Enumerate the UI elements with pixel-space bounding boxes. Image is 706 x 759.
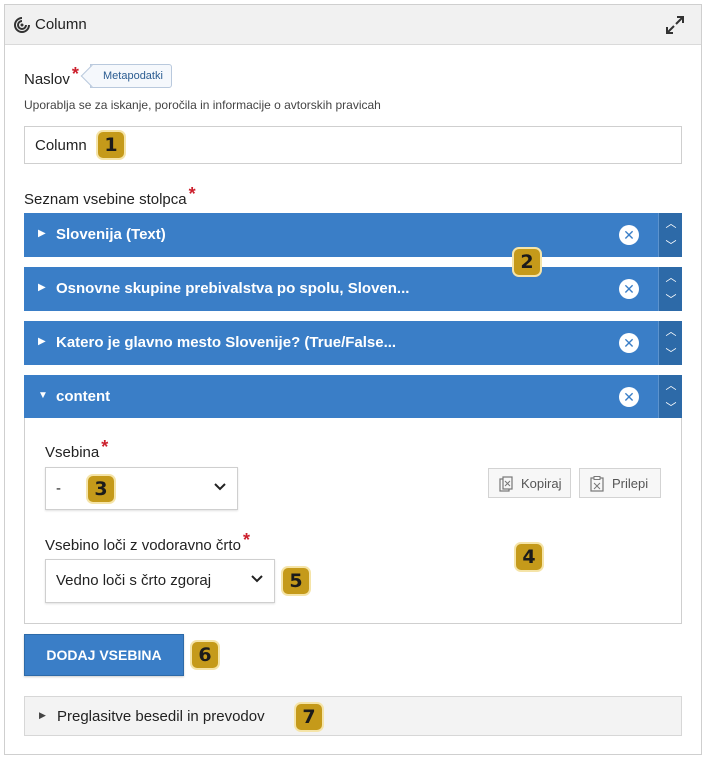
caret-right-icon: ▶ [38, 282, 46, 293]
move-up-icon[interactable]: ︿ [659, 321, 683, 343]
chevron-down-icon [214, 483, 226, 491]
list-item-4: ▼ content ✕ ︿ ﹀ [24, 375, 682, 419]
paste-button[interactable]: Prilepi [579, 468, 661, 498]
remove-icon[interactable]: ✕ [619, 225, 639, 245]
required-mark: * [101, 437, 109, 457]
copy-button-label: Kopiraj [521, 476, 562, 491]
editor-header: Column [5, 5, 701, 45]
list-item-header[interactable]: ▼ content ✕ [24, 375, 658, 419]
callout-badge-5: 5 [281, 566, 311, 596]
copy-button[interactable]: Kopiraj [488, 468, 571, 498]
move-down-icon[interactable]: ﹀ [659, 235, 683, 257]
list-item-title: content [56, 388, 111, 405]
add-content-button[interactable]: DODAJ VSEBINA [24, 634, 184, 676]
separator-label: Vsebino loči z vodoravno črto * [45, 530, 250, 555]
move-up-icon[interactable]: ︿ [659, 267, 683, 289]
content-list-label: Seznam vsebine stolpca * [24, 184, 196, 209]
list-item-title: Katero je glavno mesto Slovenije? (True/… [56, 334, 397, 351]
caret-right-icon: ▶ [38, 336, 46, 347]
remove-icon[interactable]: ✕ [619, 279, 639, 299]
required-mark: * [242, 530, 250, 550]
caret-down-icon: ▼ [38, 390, 48, 401]
move-down-icon[interactable]: ﹀ [659, 289, 683, 311]
list-item-2: ▶ Osnovne skupine prebivalstva po spolu,… [24, 267, 682, 311]
callout-badge-7: 7 [294, 702, 324, 732]
required-mark: * [188, 184, 196, 204]
accordion-title: Preglasitve besedil in prevodov [57, 708, 265, 725]
callout-badge-2: 2 [512, 247, 542, 277]
callout-badge-6: 6 [190, 640, 220, 670]
required-mark: * [71, 64, 79, 84]
move-down-icon[interactable]: ﹀ [659, 397, 683, 419]
list-item-header[interactable]: ▶ Slovenija (Text) ✕ [24, 213, 658, 257]
list-item-title: Slovenija (Text) [56, 226, 166, 243]
title-hint: Uporablja se za iskanje, poročila in inf… [24, 98, 381, 112]
fullscreen-expand-icon[interactable] [665, 15, 685, 35]
text-overrides-accordion[interactable]: ▶ Preglasitve besedil in prevodov [24, 696, 682, 736]
content-type-select[interactable]: - [45, 467, 238, 510]
content-list-label-text: Seznam vsebine stolpca [24, 191, 187, 208]
editor-title: Column [35, 16, 87, 33]
order-controls: ︿ ﹀ [658, 375, 682, 419]
paste-button-label: Prilepi [612, 476, 649, 491]
chevron-down-icon [251, 575, 263, 583]
remove-icon[interactable]: ✕ [619, 333, 639, 353]
metadata-button-label: Metapodatki [103, 70, 163, 82]
content-type-value: - [56, 480, 61, 497]
caret-right-icon: ▶ [38, 228, 46, 239]
move-up-icon[interactable]: ︿ [659, 213, 683, 235]
callout-badge-3: 3 [86, 474, 116, 504]
content-label: Vsebina * [45, 437, 108, 462]
caret-right-icon: ▶ [39, 710, 46, 720]
order-controls: ︿ ﹀ [658, 267, 682, 311]
metadata-button[interactable]: Metapodatki [90, 64, 172, 88]
title-label-text: Naslov [24, 71, 70, 88]
paste-icon [590, 476, 604, 492]
content-label-text: Vsebina [45, 444, 100, 461]
list-item-3: ▶ Katero je glavno mesto Slovenije? (Tru… [24, 321, 682, 365]
order-controls: ︿ ﹀ [658, 213, 682, 257]
hp5-column-icon [14, 17, 30, 33]
move-up-icon[interactable]: ︿ [659, 375, 683, 397]
list-item-title: Osnovne skupine prebivalstva po spolu, S… [56, 280, 410, 297]
list-item-header[interactable]: ▶ Katero je glavno mesto Slovenije? (Tru… [24, 321, 658, 365]
separator-label-text: Vsebino loči z vodoravno črto [45, 537, 241, 554]
separator-select[interactable]: Vedno loči s črto zgoraj [45, 559, 275, 603]
callout-badge-4: 4 [514, 542, 544, 572]
title-label: Naslov * [24, 64, 79, 89]
separator-value: Vedno loči s črto zgoraj [56, 572, 212, 589]
order-controls: ︿ ﹀ [658, 321, 682, 365]
callout-badge-1: 1 [96, 130, 126, 160]
copy-icon [499, 476, 513, 492]
list-item-header[interactable]: ▶ Osnovne skupine prebivalstva po spolu,… [24, 267, 658, 311]
move-down-icon[interactable]: ﹀ [659, 343, 683, 365]
remove-icon[interactable]: ✕ [619, 387, 639, 407]
list-item-1: ▶ Slovenija (Text) ✕ ︿ ﹀ [24, 213, 682, 257]
